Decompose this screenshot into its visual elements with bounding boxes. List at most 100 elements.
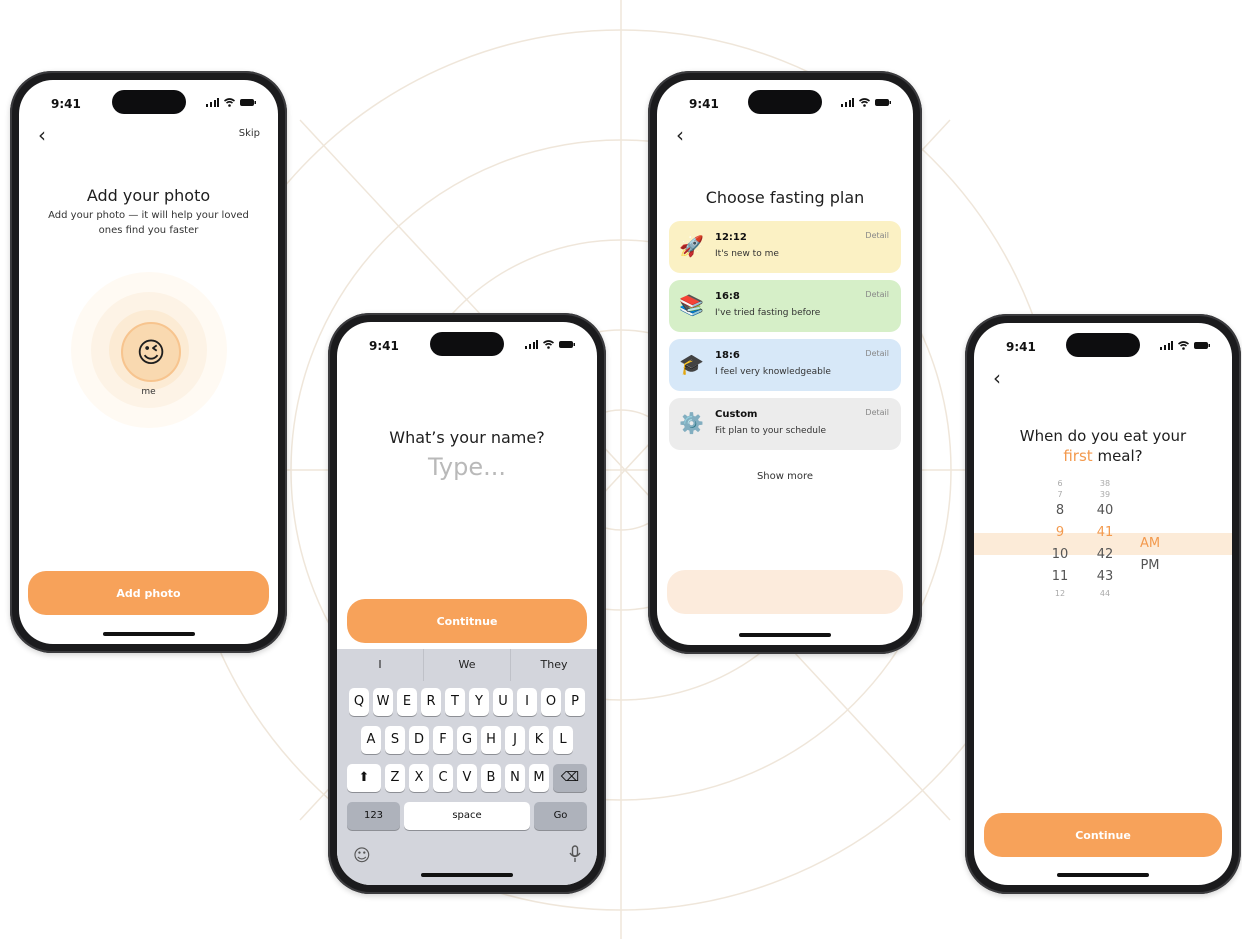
key-q[interactable]: Q — [349, 688, 369, 716]
plan-card-18-6[interactable]: 🎓 18:6 I feel very knowledgeable Detail — [669, 339, 901, 391]
picker-value-selected: 41 — [1096, 525, 1114, 540]
emoji-key[interactable]: ☺ — [353, 846, 371, 866]
picker-value: 10 — [1051, 547, 1069, 562]
key-c[interactable]: C — [433, 764, 453, 792]
period-picker[interactable]: AM PM — [1130, 533, 1170, 577]
picker-value: 8 — [1055, 503, 1065, 518]
picker-value: 43 — [1096, 569, 1114, 584]
home-indicator — [102, 632, 195, 636]
key-m[interactable]: M — [529, 764, 549, 792]
plan-name: 12:12 — [715, 232, 747, 243]
key-f[interactable]: F — [433, 726, 453, 754]
key-u[interactable]: U — [493, 688, 513, 716]
phone-add-photo: 9:41 ‹ Skip Add your photo Add your phot… — [10, 71, 287, 653]
key-v[interactable]: V — [457, 764, 477, 792]
key-z[interactable]: Z — [385, 764, 405, 792]
back-button[interactable]: ‹ — [31, 124, 53, 146]
battery-icon — [559, 341, 575, 348]
minute-picker[interactable]: 38 39 40 41 42 43 44 — [1085, 478, 1125, 599]
picker-value: PM — [1140, 558, 1160, 573]
show-more-button[interactable]: Show more — [657, 471, 913, 482]
key-b[interactable]: B — [481, 764, 501, 792]
key-a[interactable]: A — [361, 726, 381, 754]
title-accent: first — [1063, 447, 1093, 465]
books-icon: 📚 — [679, 293, 704, 317]
disabled-action-button — [667, 570, 903, 614]
key-o[interactable]: O — [541, 688, 561, 716]
suggestion-item[interactable]: I — [337, 649, 424, 681]
key-d[interactable]: D — [409, 726, 429, 754]
page-title: When do you eat your first meal? — [984, 426, 1222, 466]
battery-icon — [240, 99, 256, 106]
key-j[interactable]: J — [505, 726, 525, 754]
wifi-icon — [859, 98, 870, 107]
hour-picker[interactable]: 6 7 8 9 10 11 12 — [1040, 478, 1080, 599]
wifi-icon — [1178, 341, 1189, 350]
page-title: Choose fasting plan — [705, 188, 865, 207]
plan-detail-link[interactable]: Detail — [865, 290, 889, 299]
picker-value: 39 — [1099, 490, 1111, 499]
plan-card-custom[interactable]: ⚙️ Custom Fit plan to your schedule Deta… — [669, 398, 901, 450]
keyboard-suggestions: I We They — [337, 649, 597, 681]
name-input[interactable]: Type... — [337, 453, 597, 481]
continue-button[interactable]: Contitnue — [347, 599, 587, 643]
key-w[interactable]: W — [373, 688, 393, 716]
key-s[interactable]: S — [385, 726, 405, 754]
avatar[interactable]: 😉 — [121, 322, 181, 382]
wifi-icon — [224, 98, 235, 107]
suggestion-item[interactable]: We — [424, 649, 511, 681]
plan-card-16-8[interactable]: 📚 16:8 I've tried fasting before Detail — [669, 280, 901, 332]
chevron-left-icon: ‹ — [38, 123, 46, 147]
page-subtitle: Add your photo — it will help your loved… — [48, 210, 249, 236]
key-n[interactable]: N — [505, 764, 525, 792]
signal-icon — [206, 98, 219, 107]
delete-key[interactable]: ⌫ — [553, 764, 587, 792]
space-key[interactable]: space — [404, 802, 530, 830]
plan-detail-link[interactable]: Detail — [865, 349, 889, 358]
picker-value-selected: AM — [1139, 536, 1161, 551]
numbers-key[interactable]: 123 — [347, 802, 400, 830]
shift-key[interactable]: ⬆ — [347, 764, 381, 792]
phone-first-meal: 9:41 ‹ When do you eat your first meal? … — [965, 314, 1241, 894]
key-y[interactable]: Y — [469, 688, 489, 716]
key-h[interactable]: H — [481, 726, 501, 754]
dynamic-island — [1066, 333, 1140, 357]
key-l[interactable]: L — [553, 726, 573, 754]
rocket-icon: 🚀 — [679, 234, 704, 258]
go-key[interactable]: Go — [534, 802, 587, 830]
plan-detail-link[interactable]: Detail — [865, 231, 889, 240]
keyboard-row-2: A S D F G H J K L — [337, 726, 597, 754]
key-p[interactable]: P — [565, 688, 585, 716]
plan-card-12-12[interactable]: 🚀 12:12 It's new to me Detail — [669, 221, 901, 273]
add-photo-button[interactable]: Add photo — [28, 571, 269, 615]
key-t[interactable]: T — [445, 688, 465, 716]
plan-name: Custom — [715, 409, 758, 420]
picker-value: 38 — [1099, 479, 1111, 488]
key-e[interactable]: E — [397, 688, 417, 716]
dynamic-island — [748, 90, 822, 114]
plan-name: 16:8 — [715, 291, 740, 302]
status-time: 9:41 — [51, 97, 81, 111]
back-button[interactable]: ‹ — [669, 124, 691, 146]
suggestion-item[interactable]: They — [511, 649, 597, 681]
phone-fasting-plan: 9:41 ‹ Choose fasting plan 🚀 12:12 It's … — [648, 71, 922, 654]
skip-button[interactable]: Skip — [239, 128, 260, 139]
key-x[interactable]: X — [409, 764, 429, 792]
back-button[interactable]: ‹ — [986, 367, 1008, 389]
dictation-key[interactable] — [569, 845, 581, 867]
microphone-icon — [569, 845, 581, 862]
battery-icon — [875, 99, 891, 106]
key-i[interactable]: I — [517, 688, 537, 716]
picker-value: 40 — [1096, 503, 1114, 518]
picker-value: 11 — [1051, 569, 1069, 584]
key-k[interactable]: K — [529, 726, 549, 754]
avatar-emoji: 😉 — [136, 335, 166, 369]
plan-detail-link[interactable]: Detail — [865, 408, 889, 417]
key-g[interactable]: G — [457, 726, 477, 754]
key-r[interactable]: R — [421, 688, 441, 716]
continue-button[interactable]: Continue — [984, 813, 1222, 857]
keyboard-row-4: 123 space Go — [337, 802, 597, 830]
status-time: 9:41 — [689, 97, 719, 111]
picker-value: 12 — [1054, 589, 1066, 598]
picker-value: 6 — [1057, 479, 1063, 488]
